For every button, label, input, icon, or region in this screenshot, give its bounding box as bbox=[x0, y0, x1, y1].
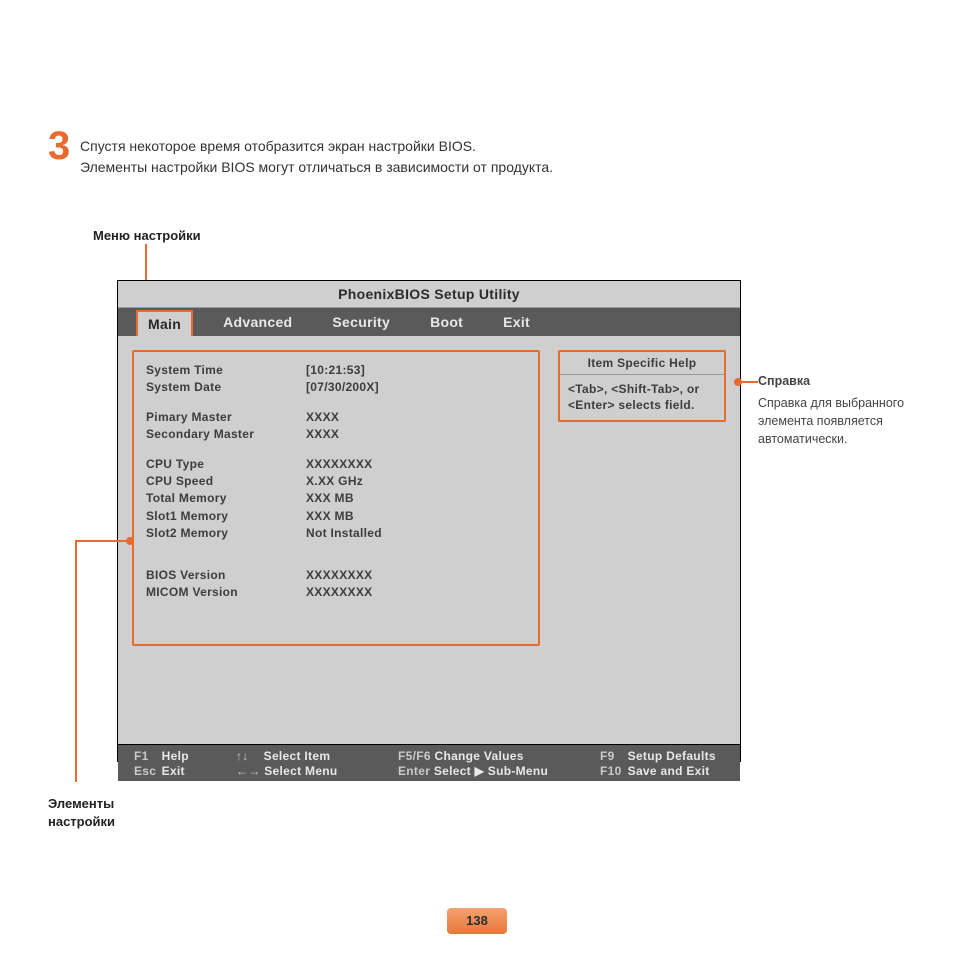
settings-value: XXX MB bbox=[306, 508, 354, 525]
settings-value: [10:21:53] bbox=[306, 362, 365, 379]
settings-key: System Time bbox=[146, 362, 306, 379]
bios-menu-bar: Main Advanced Security Boot Exit bbox=[118, 308, 740, 336]
settings-gap bbox=[146, 444, 526, 456]
callout-line-h bbox=[75, 540, 131, 542]
settings-value: XXXXXXXX bbox=[306, 567, 372, 584]
settings-key: CPU Speed bbox=[146, 473, 306, 490]
footer-hint: F1 Help bbox=[134, 749, 224, 763]
footer-col: F5/F6 Change ValuesEnter Select ▶ Sub-Me… bbox=[398, 749, 588, 778]
settings-key: Slot1 Memory bbox=[146, 508, 306, 525]
footer-hint: ←→ Select Menu bbox=[236, 764, 386, 778]
footer-label: Help bbox=[158, 749, 189, 763]
settings-key: System Date bbox=[146, 379, 306, 396]
settings-gap bbox=[146, 555, 526, 567]
tab-security[interactable]: Security bbox=[322, 308, 400, 336]
footer-label: Change Values bbox=[431, 749, 524, 763]
side-note-body: Справка для выбранного элемента появляет… bbox=[758, 394, 938, 448]
footer-label: Select Menu bbox=[261, 764, 338, 778]
settings-row[interactable]: CPU SpeedX.XX GHz bbox=[146, 473, 526, 490]
settings-row[interactable]: System Time[10:21:53] bbox=[146, 362, 526, 379]
footer-hint: Esc Exit bbox=[134, 764, 224, 778]
step-line-2: Элементы настройки BIOS могут отличаться… bbox=[80, 157, 894, 178]
tab-main[interactable]: Main bbox=[136, 310, 193, 336]
settings-row[interactable]: Slot2 MemoryNot Installed bbox=[146, 525, 526, 542]
footer-label: Exit bbox=[158, 764, 185, 778]
footer-hint: F5/F6 Change Values bbox=[398, 749, 588, 763]
settings-key: Slot2 Memory bbox=[146, 525, 306, 542]
settings-row[interactable]: CPU TypeXXXXXXXX bbox=[146, 456, 526, 473]
bios-title: PhoenixBIOS Setup Utility bbox=[118, 281, 740, 308]
settings-gap bbox=[146, 397, 526, 409]
settings-key: Total Memory bbox=[146, 490, 306, 507]
help-panel-body: <Tab>, <Shift-Tab>, or <Enter> selects f… bbox=[560, 375, 724, 419]
footer-key: ↑↓ bbox=[236, 749, 260, 763]
callout-label-elements: Элементы настройки bbox=[48, 795, 115, 830]
settings-value: X.XX GHz bbox=[306, 473, 363, 490]
footer-col: ↑↓ Select Item←→ Select Menu bbox=[236, 749, 386, 778]
tab-exit[interactable]: Exit bbox=[493, 308, 540, 336]
callout-line-v bbox=[75, 540, 77, 782]
step-description: Спустя некоторое время отобразится экран… bbox=[80, 136, 894, 178]
tab-advanced[interactable]: Advanced bbox=[213, 308, 302, 336]
footer-col: F9 Setup DefaultsF10 Save and Exit bbox=[600, 749, 716, 778]
footer-key: F5/F6 bbox=[398, 749, 431, 763]
footer-key: F9 bbox=[600, 749, 624, 763]
footer-label: Setup Defaults bbox=[624, 749, 716, 763]
bios-footer: F1 HelpEsc Exit ↑↓ Select Item←→ Select M… bbox=[118, 744, 740, 781]
footer-key: Enter bbox=[398, 764, 430, 778]
settings-row[interactable]: MICOM VersionXXXXXXXX bbox=[146, 584, 526, 601]
help-panel-title: Item Specific Help bbox=[560, 352, 724, 375]
settings-value: XXX MB bbox=[306, 490, 354, 507]
step-line-1: Спустя некоторое время отобразится экран… bbox=[80, 136, 894, 157]
callout-label-menu: Меню настройки bbox=[93, 228, 201, 243]
bios-body: System Time[10:21:53]System Date[07/30/2… bbox=[118, 336, 740, 744]
step-number: 3 bbox=[48, 124, 70, 169]
settings-row[interactable]: System Date[07/30/200X] bbox=[146, 379, 526, 396]
bios-window: PhoenixBIOS Setup Utility Main Advanced … bbox=[117, 280, 741, 762]
footer-key: F1 bbox=[134, 749, 158, 763]
callout-label-elements-l1: Элементы bbox=[48, 795, 115, 813]
settings-value: XXXXXXXX bbox=[306, 584, 372, 601]
footer-label: Select ▶ Sub-Menu bbox=[430, 764, 548, 778]
page-number-badge: 138 bbox=[447, 908, 507, 934]
footer-key: ←→ bbox=[236, 764, 261, 778]
settings-row[interactable]: Pimary MasterXXXX bbox=[146, 409, 526, 426]
callout-label-elements-l2: настройки bbox=[48, 813, 115, 831]
side-note-title: Справка bbox=[758, 372, 938, 390]
settings-row[interactable]: Total MemoryXXX MB bbox=[146, 490, 526, 507]
settings-key: Secondary Master bbox=[146, 426, 306, 443]
settings-key: Pimary Master bbox=[146, 409, 306, 426]
footer-hint: F9 Setup Defaults bbox=[600, 749, 716, 763]
side-note-help: Справка Справка для выбранного элемента … bbox=[758, 372, 938, 449]
settings-value: [07/30/200X] bbox=[306, 379, 379, 396]
settings-value: XXXX bbox=[306, 409, 339, 426]
settings-value: Not Installed bbox=[306, 525, 382, 542]
footer-hint: F10 Save and Exit bbox=[600, 764, 716, 778]
settings-key: BIOS Version bbox=[146, 567, 306, 584]
footer-hint: Enter Select ▶ Sub-Menu bbox=[398, 764, 588, 778]
settings-row[interactable]: BIOS VersionXXXXXXXX bbox=[146, 567, 526, 584]
tab-boot[interactable]: Boot bbox=[420, 308, 473, 336]
settings-key: CPU Type bbox=[146, 456, 306, 473]
manual-page: 3 Спустя некоторое время отобразится экр… bbox=[0, 0, 954, 954]
footer-hint: ↑↓ Select Item bbox=[236, 749, 386, 763]
footer-key: Esc bbox=[134, 764, 158, 778]
settings-panel: System Time[10:21:53]System Date[07/30/2… bbox=[132, 350, 540, 646]
settings-value: XXXXXXXX bbox=[306, 456, 372, 473]
settings-value: XXXX bbox=[306, 426, 339, 443]
settings-row[interactable]: Secondary MasterXXXX bbox=[146, 426, 526, 443]
footer-col: F1 HelpEsc Exit bbox=[134, 749, 224, 778]
settings-key: MICOM Version bbox=[146, 584, 306, 601]
footer-key: F10 bbox=[600, 764, 624, 778]
help-panel: Item Specific Help <Tab>, <Shift-Tab>, o… bbox=[558, 350, 726, 422]
callout-line-help bbox=[740, 381, 758, 383]
settings-gap bbox=[146, 543, 526, 555]
footer-label: Save and Exit bbox=[624, 764, 710, 778]
settings-row[interactable]: Slot1 MemoryXXX MB bbox=[146, 508, 526, 525]
footer-label: Select Item bbox=[260, 749, 330, 763]
